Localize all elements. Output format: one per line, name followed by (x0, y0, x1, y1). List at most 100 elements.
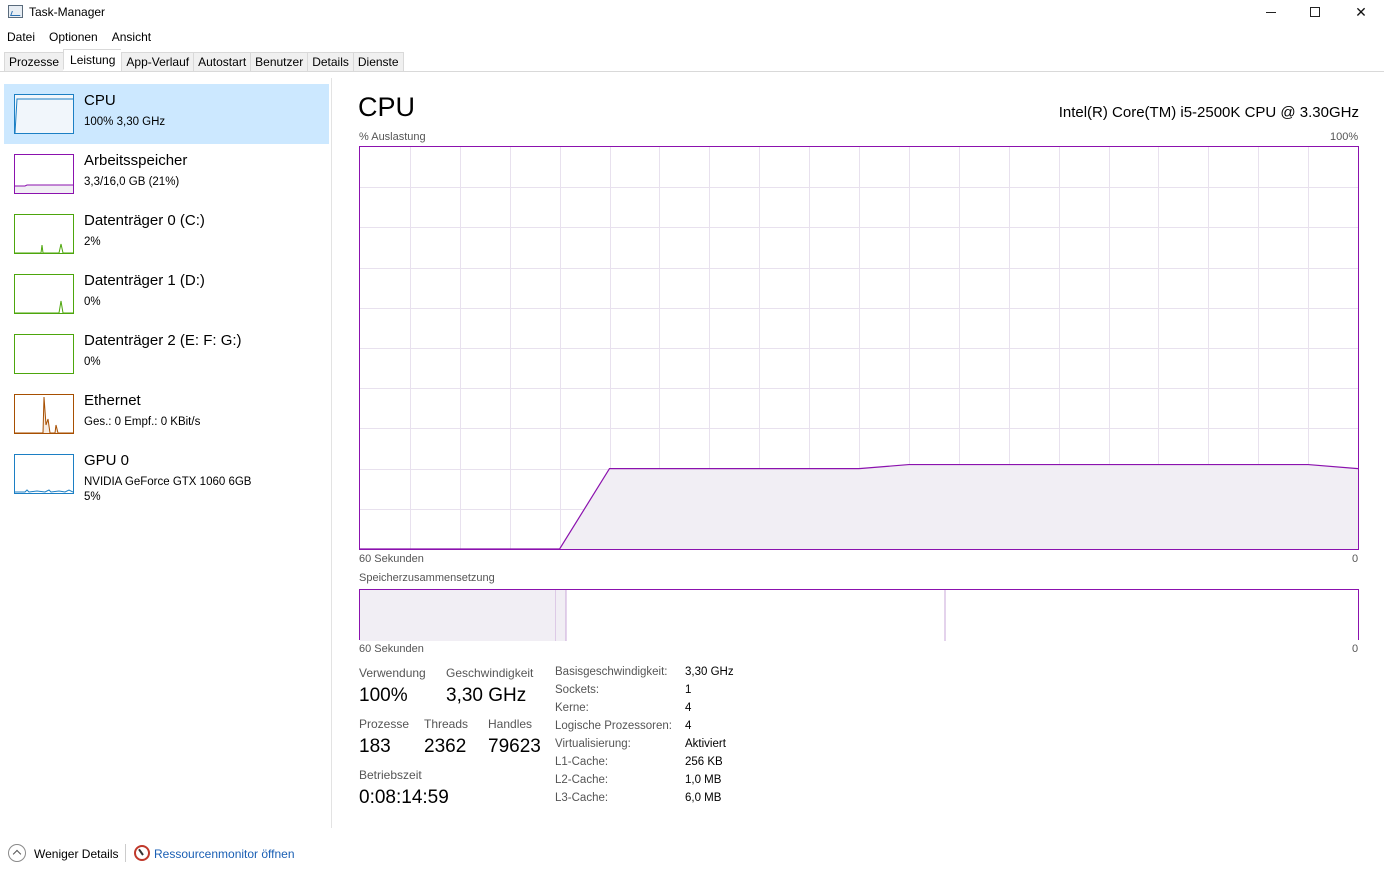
disk-0-thumbnail (14, 214, 74, 254)
cpu-thumbnail (14, 94, 74, 134)
detail-label: Virtualisierung: (555, 738, 631, 750)
sidebar-item-subtitle: Ges.: 0 Empf.: 0 KBit/s (84, 416, 201, 428)
page-title: CPU (358, 92, 416, 122)
cpu-model: Intel(R) Core(TM) i5-2500K CPU @ 3.30GHz (1058, 104, 1359, 121)
footer-separator (125, 844, 126, 862)
resource-monitor-link[interactable]: Ressourcenmonitor öffnen (154, 847, 295, 861)
tab-divider (0, 71, 1384, 72)
menu-optionen[interactable]: Optionen (42, 28, 105, 46)
sidebar-item-datentraeger-2[interactable]: Datenträger 2 (E: F: G:) 0% (4, 324, 329, 384)
minimize-button[interactable] (1248, 0, 1294, 24)
graph-y-label: % Auslastung (359, 131, 426, 143)
cpu-usage-chart (360, 147, 1359, 550)
cpu-usage-graph (359, 146, 1359, 550)
performance-sidebar: CPU 100% 3,30 GHz Arbeitsspeicher 3,3/16… (0, 78, 332, 828)
maximize-icon (1310, 7, 1320, 17)
sidebar-item-title: CPU (84, 92, 116, 109)
sidebar-item-subtitle: NVIDIA GeForce GTX 1060 6GB (84, 476, 252, 488)
sidebar-item-title: Datenträger 2 (E: F: G:) (84, 332, 242, 349)
speed-value: 3,30 GHz (446, 685, 527, 706)
sidebar-item-title: Datenträger 1 (D:) (84, 272, 205, 289)
gpu-thumbnail (14, 454, 74, 494)
sidebar-item-title: Datenträger 0 (C:) (84, 212, 205, 229)
sidebar-item-ethernet[interactable]: Ethernet Ges.: 0 Empf.: 0 KBit/s (4, 384, 329, 444)
detail-value: 1,0 MB (685, 774, 722, 786)
fewer-details-link[interactable]: Weniger Details (34, 847, 118, 861)
handles-value: 79623 (488, 736, 541, 757)
detail-value: 4 (685, 702, 692, 714)
sidebar-item-subtitle-2: 5% (84, 491, 101, 503)
graph-x-end: 0 (1352, 553, 1359, 565)
menu-datei[interactable]: Datei (0, 28, 42, 46)
menu-ansicht[interactable]: Ansicht (105, 28, 158, 46)
disk-2-thumbnail (14, 334, 74, 374)
sidebar-item-title: GPU 0 (84, 452, 130, 469)
tab-details[interactable]: Details (307, 52, 353, 72)
tab-prozesse[interactable]: Prozesse (4, 52, 64, 72)
cpu-usage-area (360, 464, 1358, 549)
usage-value: 100% (359, 685, 408, 706)
task-manager-icon (8, 5, 23, 18)
minimize-icon (1266, 11, 1276, 13)
detail-value: 3,30 GHz (685, 666, 734, 678)
memory-x-label: 60 Sekunden (359, 643, 424, 655)
detail-value: 4 (685, 720, 692, 732)
mem-modified-segment (556, 590, 566, 641)
detail-label: Sockets: (555, 684, 600, 696)
mem-in-use-segment (360, 590, 556, 641)
maximize-button[interactable] (1292, 0, 1338, 24)
processes-label: Prozesse (359, 717, 410, 731)
disk-1-thumbnail (14, 274, 74, 314)
sidebar-item-subtitle: 0% (84, 296, 101, 308)
sidebar-item-datentraeger-1[interactable]: Datenträger 1 (D:) 0% (4, 264, 329, 324)
uptime-label: Betriebszeit (359, 768, 422, 782)
detail-label: L2-Cache: (555, 774, 609, 786)
sidebar-item-datentraeger-0[interactable]: Datenträger 0 (C:) 2% (4, 204, 329, 264)
detail-label: Basisgeschwindigkeit: (555, 666, 668, 678)
detail-value: 1 (685, 684, 692, 696)
detail-label: Kerne: (555, 702, 589, 714)
detail-label: Logische Prozessoren: (555, 720, 672, 732)
speed-label: Geschwindigkeit (446, 666, 534, 680)
handles-label: Handles (488, 717, 533, 731)
sidebar-item-subtitle: 2% (84, 236, 101, 248)
processes-value: 183 (359, 736, 391, 757)
threads-label: Threads (424, 717, 469, 731)
sidebar-item-subtitle: 0% (84, 356, 101, 368)
detail-value: 256 KB (685, 756, 723, 768)
memory-thumbnail (14, 154, 74, 194)
title-bar: Task-Manager ✕ (0, 0, 1386, 26)
detail-value: Aktiviert (685, 738, 726, 750)
detail-value: 6,0 MB (685, 792, 722, 804)
tab-strip: Prozesse Leistung App-Verlauf Autostart … (4, 49, 404, 72)
graph-y-max: 100% (1330, 131, 1359, 143)
memory-x-end: 0 (1352, 643, 1359, 655)
tab-app-verlauf[interactable]: App-Verlauf (121, 52, 194, 72)
memory-composition-bar (359, 589, 1359, 641)
tab-autostart[interactable]: Autostart (193, 52, 251, 72)
menu-bar: Datei Optionen Ansicht (0, 28, 158, 46)
memory-composition-label: Speicherzusammensetzung (359, 572, 495, 584)
ethernet-thumbnail (14, 394, 74, 434)
resource-monitor-icon[interactable] (134, 845, 150, 861)
tab-dienste[interactable]: Dienste (352, 52, 404, 72)
sidebar-item-gpu-0[interactable]: GPU 0 NVIDIA GeForce GTX 1060 6GB 5% (4, 444, 329, 504)
close-button[interactable]: ✕ (1338, 0, 1384, 24)
tab-leistung[interactable]: Leistung (63, 49, 122, 70)
sidebar-item-subtitle: 3,3/16,0 GB (21%) (84, 176, 180, 188)
detail-label: L1-Cache: (555, 756, 609, 768)
sidebar-item-arbeitsspeicher[interactable]: Arbeitsspeicher 3,3/16,0 GB (21%) (4, 144, 329, 204)
threads-value: 2362 (424, 736, 467, 757)
uptime-value: 0:08:14:59 (359, 787, 449, 808)
sidebar-item-cpu[interactable]: CPU 100% 3,30 GHz (4, 84, 329, 144)
usage-label: Verwendung (359, 666, 426, 680)
window-title: Task-Manager (29, 5, 106, 19)
footer-bar: Weniger Details Ressourcenmonitor öffnen (0, 828, 1386, 877)
sidebar-item-subtitle: 100% 3,30 GHz (84, 116, 166, 128)
graph-x-label: 60 Sekunden (359, 553, 424, 565)
close-icon: ✕ (1355, 3, 1367, 20)
tab-benutzer[interactable]: Benutzer (250, 52, 308, 72)
chevron-up-icon[interactable] (8, 844, 26, 862)
detail-label: L3-Cache: (555, 792, 609, 804)
sidebar-item-title: Arbeitsspeicher (84, 152, 188, 169)
